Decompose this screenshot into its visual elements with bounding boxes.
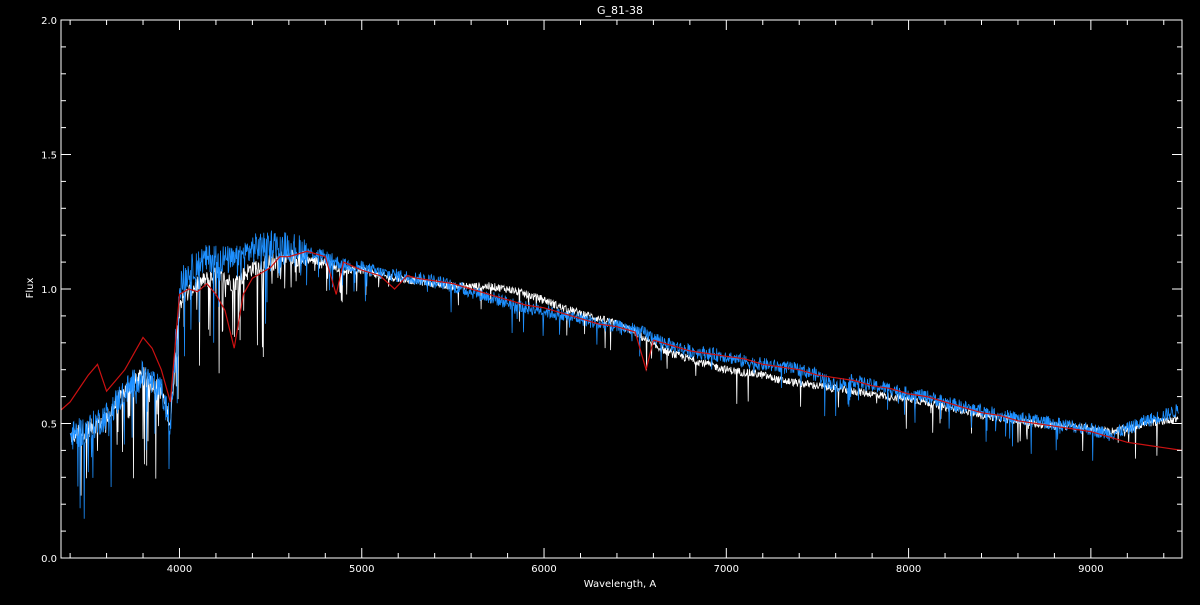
x-tick-label: 5000: [349, 564, 374, 575]
x-tick-label: 4000: [167, 564, 192, 575]
y-tick-label: 0.0: [41, 554, 57, 565]
y-tick-label: 0.5: [41, 420, 57, 431]
y-tick-label: 1.5: [41, 151, 57, 162]
y-tick-label: 2.0: [41, 16, 57, 27]
y-axis-label: Flux: [25, 278, 36, 299]
x-axis-label: Wavelength, A: [584, 579, 657, 590]
chart-title: G_81-38: [597, 4, 643, 17]
x-tick-label: 8000: [896, 564, 921, 575]
spectrum-chart: 4000 5000 6000 7000 8000 9000 0.0 0.5 1.0 1.5 2.0 …: [0, 0, 1200, 600]
chart-canvas: 4000 5000 6000 7000 8000 90000.00.51.01.52.0 …: [0, 0, 1200, 600]
y-tick-label: 1.0: [41, 285, 57, 296]
x-tick-label: 7000: [714, 564, 739, 575]
x-tick-label: 6000: [531, 564, 556, 575]
x-tick-label: 9000: [1078, 564, 1103, 575]
